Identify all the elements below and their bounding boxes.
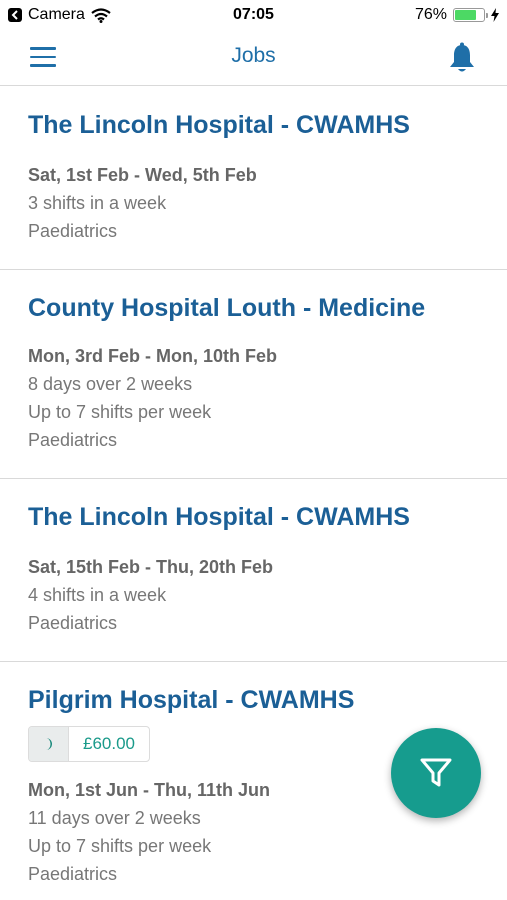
- job-shift-info: 4 shifts in a week: [28, 585, 167, 605]
- job-card[interactable]: The Lincoln Hospital - CWAMHS Sat, 1st F…: [0, 87, 507, 270]
- job-shift-info: 3 shifts in a week: [28, 193, 167, 213]
- job-specialty: Paediatrics: [28, 430, 118, 450]
- job-dates: Sat, 15th Feb - Thu, 20th Feb: [28, 557, 274, 577]
- job-title: The Lincoln Hospital - CWAMHS: [28, 111, 410, 139]
- charging-bolt-icon: [491, 8, 499, 22]
- job-shift-info: Up to 7 shifts per week: [28, 836, 212, 856]
- job-duration-info: 8 days over 2 weeks: [28, 374, 193, 394]
- job-card[interactable]: The Lincoln Hospital - CWAMHS Sat, 15th …: [0, 479, 507, 662]
- battery-fill: [455, 10, 477, 20]
- filter-button[interactable]: [391, 728, 481, 818]
- job-title: County Hospital Louth - Medicine: [28, 294, 426, 322]
- job-title: The Lincoln Hospital - CWAMHS: [28, 503, 410, 531]
- job-specialty: Paediatrics: [28, 864, 118, 884]
- rate-value: £60.00: [83, 734, 135, 753]
- status-right: 76%: [415, 6, 499, 24]
- bell-icon[interactable]: [447, 42, 477, 74]
- job-dates: Mon, 3rd Feb - Mon, 10th Feb: [28, 346, 277, 366]
- page-title: Jobs: [231, 44, 276, 67]
- status-bar: Camera 07:05 76%: [0, 0, 507, 30]
- job-title: Pilgrim Hospital - CWAMHS: [28, 686, 355, 714]
- nav-bar: Jobs: [0, 30, 507, 86]
- job-dates: Sat, 1st Feb - Wed, 5th Feb: [28, 165, 257, 185]
- job-card[interactable]: County Hospital Louth - Medicine Mon, 3r…: [0, 270, 507, 479]
- job-specialty: Paediatrics: [28, 221, 118, 241]
- rate-badge: £60.00: [28, 726, 150, 762]
- battery-icon: [453, 8, 488, 22]
- filter-icon: [420, 758, 452, 787]
- job-specialty: Paediatrics: [28, 613, 118, 633]
- job-shift-info: Up to 7 shifts per week: [28, 402, 212, 422]
- moon-icon: [29, 727, 69, 761]
- battery-percent: 76%: [414, 6, 447, 23]
